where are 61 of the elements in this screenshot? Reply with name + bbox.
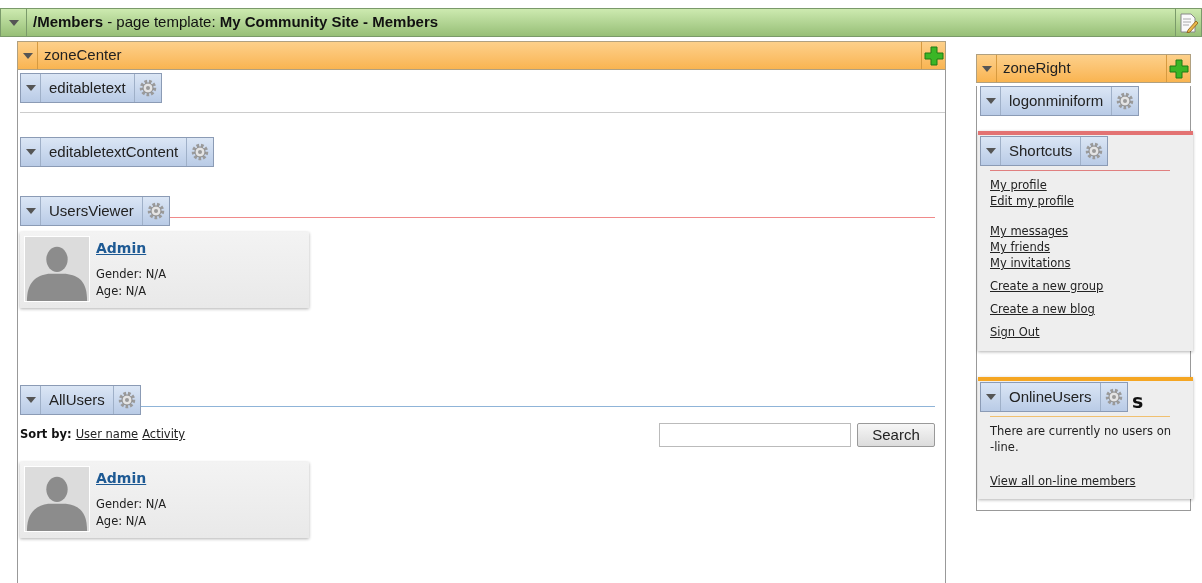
gear-icon[interactable] [1116,92,1135,110]
webpart-title: OnlineUsers [1009,386,1092,407]
dropdown-arrow-icon[interactable] [981,65,992,72]
gear-icon[interactable] [1085,142,1104,160]
shortcut-link[interactable]: Sign Out [990,324,1040,340]
dropdown-arrow-icon[interactable] [22,52,33,59]
panel-heading: s [1132,389,1144,414]
webpart-title: AllUsers [49,389,105,410]
gear-icon[interactable] [191,143,210,161]
webpart-handle[interactable]: editabletext [20,73,162,103]
avatar-icon [24,466,90,532]
webpart-title: logonminiform [1009,90,1104,111]
webpart-handle[interactable]: editabletextContent [20,137,215,167]
gear-icon[interactable] [1104,388,1123,406]
dropdown-arrow-icon[interactable] [985,394,996,400]
gear-icon[interactable] [138,79,157,97]
shortcut-link[interactable]: My messages [990,223,1069,239]
sort-link[interactable]: User name [75,426,139,444]
gear-icon[interactable] [117,391,136,409]
gender-text: Gender: N/A [96,496,167,513]
shortcut-link[interactable]: Edit my profile [990,193,1074,209]
webpart-handle[interactable]: logonminiform [980,86,1140,116]
shortcut-link[interactable]: My profile [990,177,1047,193]
sort-link[interactable]: Activity [142,426,186,444]
avatar-icon [24,236,90,302]
webpart-title: editabletext [49,77,126,98]
dropdown-arrow-icon[interactable] [25,149,36,155]
webpart-handle[interactable]: OnlineUsers [980,382,1128,412]
search-button[interactable]: Search [857,423,935,447]
age-text: Age: N/A [96,283,148,299]
dropdown-arrow-icon[interactable] [985,148,996,154]
gender-text: Gender: N/A [96,266,167,283]
webpart-handle[interactable]: UsersViewer [20,196,170,226]
dropdown-arrow-icon[interactable] [25,208,36,214]
zone-title: zoneRight [1003,58,1071,79]
dropdown-arrow-icon[interactable] [25,397,36,403]
webpart-handle[interactable]: AllUsers [20,385,141,415]
profile-link[interactable]: Admin [96,469,167,487]
add-icon[interactable] [1168,58,1189,79]
dropdown-arrow-icon[interactable] [8,19,19,26]
webpart-title: editabletextContent [49,141,179,162]
dropdown-arrow-icon[interactable] [985,98,996,104]
zone-title: zoneCenter [44,45,122,66]
profile-link[interactable]: Admin [96,239,167,257]
shortcut-link[interactable]: Create a new group [990,278,1104,294]
view-members-link[interactable]: View all on-line members [990,473,1136,491]
page-title: /Members - page template: My Community Site - Members [33,12,439,33]
shortcut-link[interactable]: Create a new blog [990,301,1095,317]
webpart-title: Shortcuts [1009,140,1073,161]
search-field[interactable] [659,423,851,447]
dropdown-arrow-icon[interactable] [25,85,36,91]
webpart-title: UsersViewer [49,200,134,221]
shortcut-link[interactable]: My invitations [990,255,1071,271]
online-users-message: There are currently no users on -line. [989,423,1173,455]
shortcut-link[interactable]: My friends [990,239,1050,255]
age-text: Age: N/A [96,513,148,529]
edit-page-icon[interactable] [1179,12,1198,33]
sort-label: Sort by: [20,426,72,444]
gear-icon[interactable] [146,202,165,220]
webpart-handle[interactable]: Shortcuts [980,136,1109,166]
add-icon[interactable] [923,45,944,66]
